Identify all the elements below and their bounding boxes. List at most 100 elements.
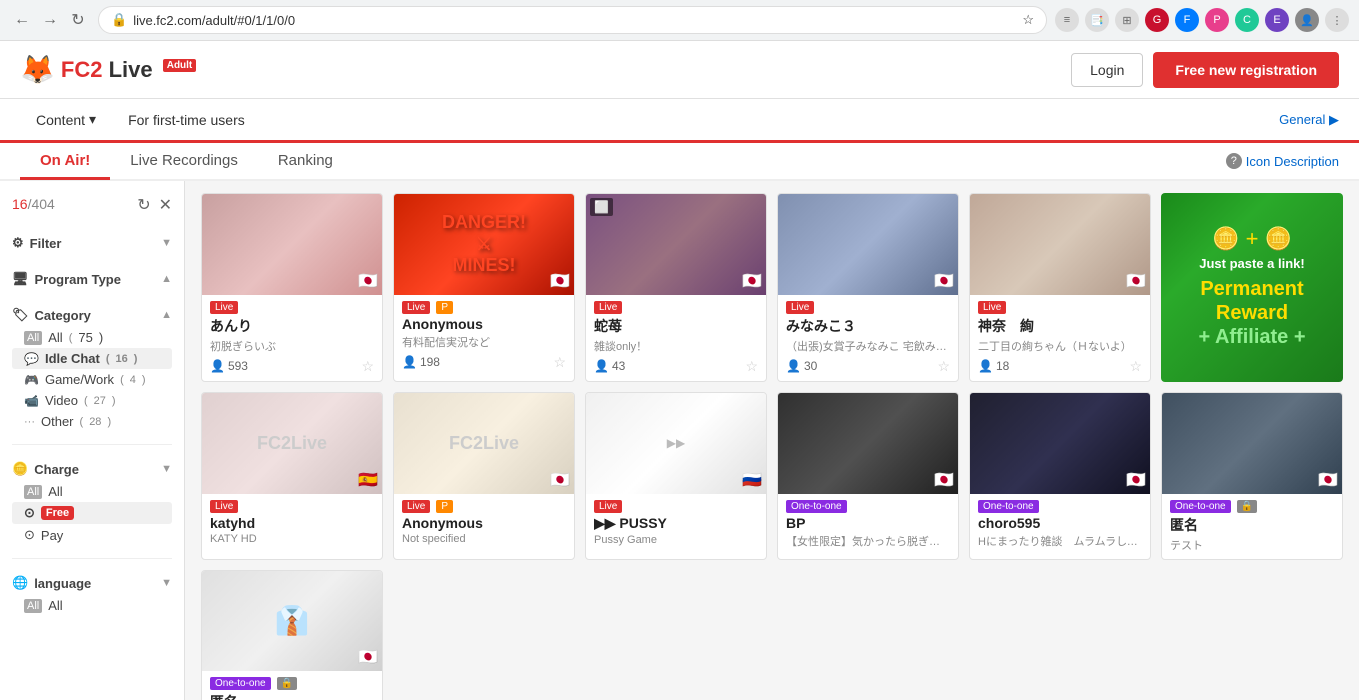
sidebar-item-all[interactable]: All All (75) (12, 327, 172, 348)
avatar-icon: 👤 (1295, 8, 1319, 32)
sidebar-item-charge-free[interactable]: ⊙ Free (12, 502, 172, 524)
card-13-oto-badge: One-to-one (210, 677, 271, 690)
card-3-flag: 🇯🇵 (742, 271, 762, 291)
nav-buttons: ← → ↻ (10, 8, 90, 32)
filter-section: ⚙ Filter ▼ (0, 225, 184, 261)
card-4[interactable]: 🇯🇵 Live みなみこ３ （出張)女賞子みなみこ 宅飲みチャンネル ～ 👤 3… (777, 193, 959, 382)
category-section: 🏷 Category ▲ All All (75) 💬 Idle Chat (1… (0, 297, 184, 438)
card-7[interactable]: FC2Live 🇪🇸 Live katyhd KATY HD (201, 392, 383, 560)
sidebar-item-charge-pay[interactable]: ⊙ Pay (12, 524, 172, 546)
first-time-label: For first-time users (128, 112, 245, 128)
bookmark-icon: 📑 (1085, 8, 1109, 32)
card-9-info: Live ▶▶ PUSSY Pussy Game (586, 494, 766, 552)
forward-button[interactable]: → (38, 8, 62, 32)
card-8[interactable]: FC2Live 🇯🇵 Live P Anonymous Not specifie… (393, 392, 575, 560)
login-button[interactable]: Login (1071, 53, 1143, 87)
tab-live-recordings[interactable]: Live Recordings (110, 144, 258, 180)
danger-text: DANGER!⚔MINES! (442, 212, 526, 277)
card-13-lock-badge: 🔒 (277, 677, 297, 690)
url-text: live.fc2.com/adult/#0/1/1/0/0 (133, 13, 1016, 28)
card-3[interactable]: ⬜ 🇯🇵 Live 蛇苺 雑談only！ 👤 43 ☆ (585, 193, 767, 382)
count-display: 16/404 (12, 196, 55, 214)
nav-content[interactable]: Content ▾ (20, 98, 112, 142)
sidebar-item-video[interactable]: 📹 Video (27) (12, 390, 172, 411)
menu-icon[interactable]: ⋮ (1325, 8, 1349, 32)
category-header[interactable]: 🏷 Category ▲ (12, 303, 172, 327)
nav-general[interactable]: General ▶ (1279, 112, 1339, 128)
program-type-title: 🖥 Program Type (12, 271, 121, 287)
filter-header[interactable]: ⚙ Filter ▼ (12, 231, 172, 255)
card-1-thumb: 🇯🇵 (202, 194, 382, 295)
sidebar-item-other[interactable]: ··· Other (28) (12, 411, 172, 432)
fc2-placeholder-7: FC2Live (257, 433, 327, 454)
card-10[interactable]: 🇯🇵 One-to-one BP 【女性限定】気かったら脱ぎます(Д;) (777, 392, 959, 560)
card-9[interactable]: ▶▶ 🇷🇺 Live ▶▶ PUSSY Pussy Game (585, 392, 767, 560)
card-2-desc: 有料配信実況など (402, 334, 566, 350)
card-2-info: Live P Anonymous 有料配信実況など 👤 198 ☆ (394, 295, 574, 377)
filter-title: ⚙ Filter (12, 235, 61, 251)
affiliate-banner[interactable]: 🪙 + 🪙 Just paste a link! Permanent Rewar… (1161, 193, 1343, 382)
back-button[interactable]: ← (10, 8, 34, 32)
tabs: On Air! Live Recordings Ranking (20, 144, 353, 178)
card-5-desc: 二丁目の絢ちゃん（Ｈないよ） (978, 338, 1142, 354)
charge-header[interactable]: 🪙 Charge ▼ (12, 457, 172, 481)
fc2-placeholder-8: FC2Live (449, 433, 519, 454)
program-type-arrow: ▲ (161, 273, 172, 285)
program-type-header[interactable]: 🖥 Program Type ▲ (12, 267, 172, 291)
language-section: 🌐 language ▼ All All (0, 565, 184, 622)
icon-description-label: Icon Description (1246, 154, 1339, 169)
card-11[interactable]: 🇯🇵 One-to-one choro595 Hにまったり雑談 ムラムラしてるエ… (969, 392, 1151, 560)
card-3-desc: 雑談only！ (594, 338, 758, 354)
card-11-image (970, 393, 1150, 494)
card-5-viewers: 👤 18 (978, 359, 1009, 373)
card-9-desc: Pussy Game (594, 534, 758, 546)
sidebar-item-charge-all[interactable]: All All (12, 481, 172, 502)
card-4-star[interactable]: ☆ (937, 358, 950, 375)
card-1-star[interactable]: ☆ (361, 358, 374, 375)
sidebar: 16/404 ↻ ✕ ⚙ Filter ▼ (0, 181, 185, 700)
card-13-image: 👔 (202, 571, 382, 672)
tab-on-air[interactable]: On Air! (20, 144, 110, 180)
card-8-desc: Not specified (402, 533, 566, 545)
card-9-name: ▶▶ PUSSY (594, 515, 758, 532)
close-button[interactable]: ✕ (159, 195, 172, 215)
card-9-live-badge: Live (594, 500, 622, 513)
sidebar-header: 16/404 ↻ ✕ (0, 191, 184, 219)
sidebar-item-lang-all[interactable]: All All (12, 595, 172, 616)
card-12[interactable]: 🇯🇵 One-to-one 🔒 匿名 テスト (1161, 392, 1343, 560)
reload-button[interactable]: ↻ (66, 8, 90, 32)
card-2[interactable]: DANGER!⚔MINES! 🇯🇵 Live P Anonymous 有料配信実… (393, 193, 575, 382)
card-8-thumb: FC2Live 🇯🇵 (394, 393, 574, 494)
register-button[interactable]: Free new registration (1153, 52, 1339, 88)
affiliate-line1: Permanent Reward (1171, 277, 1333, 325)
card-2-star[interactable]: ☆ (553, 354, 566, 371)
card-2-image: DANGER!⚔MINES! (394, 194, 574, 295)
card-1[interactable]: 🇯🇵 Live あんり 初脱ぎらいぶ 👤 593 ☆ (201, 193, 383, 382)
card-3-live-badge: Live (594, 301, 622, 314)
card-4-flag: 🇯🇵 (934, 271, 954, 291)
sidebar-item-game[interactable]: 🎮 Game/Work (4) (12, 369, 172, 390)
language-header[interactable]: 🌐 language ▼ (12, 571, 172, 595)
card-8-image: FC2Live (394, 393, 574, 494)
tab-ranking[interactable]: Ranking (258, 144, 353, 180)
card-4-stats: 👤 30 ☆ (786, 358, 950, 375)
help-icon: ? (1226, 153, 1242, 169)
card-10-flag: 🇯🇵 (934, 470, 954, 490)
nav-left: Content ▾ For first-time users (20, 98, 261, 142)
affiliate-line2: + Affiliate + (1171, 325, 1333, 349)
card-3-star[interactable]: ☆ (745, 358, 758, 375)
card-13[interactable]: 👔 🇯🇵 One-to-one 🔒 匿名 Not specified (201, 570, 383, 700)
card-2-name: Anonymous (402, 316, 566, 332)
card-5[interactable]: 🇯🇵 Live 神奈 絢 二丁目の絢ちゃん（Ｈないよ） 👤 18 ☆ (969, 193, 1151, 382)
icon-description[interactable]: ? Icon Description (1226, 153, 1339, 169)
card-10-name: BP (786, 515, 950, 531)
card-9-flag: 🇷🇺 (742, 470, 762, 490)
refresh-button[interactable]: ↻ (137, 195, 150, 215)
card-5-star[interactable]: ☆ (1129, 358, 1142, 375)
logo-icon: 🦊 (20, 53, 55, 86)
nav-first-time[interactable]: For first-time users (112, 98, 261, 142)
address-bar[interactable]: 🔒 live.fc2.com/adult/#0/1/1/0/0 ☆ (98, 6, 1047, 34)
language-icon: 🌐 (12, 575, 28, 591)
card-1-flag: 🇯🇵 (358, 271, 378, 291)
sidebar-item-idle-chat[interactable]: 💬 Idle Chat (16) (12, 348, 172, 369)
